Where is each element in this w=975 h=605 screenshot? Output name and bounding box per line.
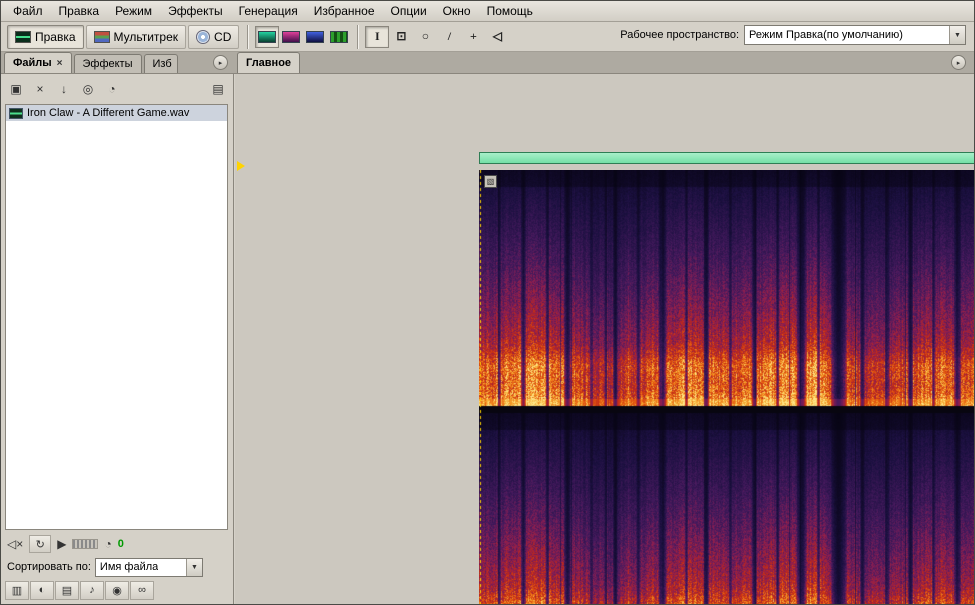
edit-view-button[interactable]: Правка	[7, 25, 84, 49]
time-counter: 0	[118, 538, 124, 550]
spectrogram-canvas[interactable]	[479, 170, 975, 605]
app-window: ФайлПравкаРежимЭффектыГенерацияИзбранное…	[0, 0, 975, 605]
workspace-selector: Рабочее пространство: Режим Правка(по ум…	[620, 25, 966, 45]
file-name: Iron Claw - A Different Game.wav	[27, 107, 189, 119]
cd-icon	[196, 30, 210, 44]
menu-item[interactable]: Правка	[51, 2, 108, 20]
file-type-filter-buttons: ▥◐▤♪◉∞	[5, 580, 154, 600]
menu-item[interactable]: Генерация	[231, 2, 306, 20]
show-video-files-button[interactable]: ▤	[55, 581, 79, 600]
insert-into-cd-button[interactable]: ◎	[76, 79, 100, 99]
menu-item[interactable]: Окно	[435, 2, 479, 20]
audio-file-icon	[9, 108, 23, 119]
menu-item[interactable]: Опции	[383, 2, 435, 20]
tab-main-label: Главное	[246, 57, 291, 69]
spot-healing-tool[interactable]: +	[461, 26, 485, 48]
waveform-icon	[15, 31, 31, 43]
close-icon[interactable]: ×	[57, 58, 63, 69]
workspace-label: Рабочее пространство:	[620, 29, 739, 41]
time-selection-tool[interactable]: I	[365, 26, 389, 48]
files-toolbar-icons: ▣×↓◎◔	[4, 79, 124, 99]
waveform-spectral-view-button[interactable]	[255, 26, 279, 48]
files-panel: ▣×↓◎◔ ▤ Iron Claw - A Different Game.wav…	[1, 74, 234, 604]
tab-files-label: Файлы	[13, 57, 52, 69]
loop-play-button[interactable]: ↻	[29, 535, 51, 553]
spectral-frequency-view-button[interactable]	[279, 26, 303, 48]
left-channel-badge-icon[interactable]: ▧	[484, 175, 497, 188]
sort-value: Имя файла	[100, 561, 158, 573]
show-audio-files-button[interactable]: ▥	[5, 581, 29, 600]
preview-transport: ◁× ↻ ▶ ◔ 0	[7, 534, 124, 554]
clock-icon[interactable]: ◔	[104, 537, 111, 551]
record-timer-button[interactable]: ◔	[100, 79, 124, 99]
spectral-display[interactable]: ▧ ▨	[479, 170, 975, 605]
edit-view-label: Правка	[35, 30, 76, 44]
spectral-pan-view-icon	[306, 31, 324, 43]
insert-into-multitrack-button[interactable]: ↓	[52, 79, 76, 99]
show-loop-files-button[interactable]: ◐	[30, 581, 54, 600]
waveform-spectral-view-icon	[258, 31, 276, 43]
tab-favorites[interactable]: Изб	[144, 54, 178, 73]
playhead-marker-top[interactable]	[237, 161, 245, 171]
panel-options-icon: ▤	[212, 82, 223, 96]
menu-item[interactable]: Файл	[5, 2, 51, 20]
workspace-value: Режим Правка(по умолчанию)	[749, 29, 903, 41]
view-mode-buttons	[255, 26, 351, 48]
level-meter	[72, 539, 98, 549]
panel-menu-icon[interactable]: ▸	[951, 55, 966, 70]
main-panel-tabs: Главное ▸	[234, 52, 974, 74]
toolbar-separator	[247, 25, 249, 49]
sort-select[interactable]: Имя файла ▼	[95, 558, 203, 577]
spectral-phase-view-icon	[330, 31, 348, 43]
left-tabs: Файлы × Эффекты Изб	[4, 52, 180, 73]
menu-item[interactable]: Режим	[107, 2, 160, 20]
multitrack-view-label: Мультитрек	[114, 30, 178, 44]
file-list[interactable]: Iron Claw - A Different Game.wav	[5, 104, 228, 530]
menu-bar: ФайлПравкаРежимЭффектыГенерацияИзбранное…	[1, 1, 974, 22]
close-file-button[interactable]: ×	[28, 79, 52, 99]
menu-items: ФайлПравкаРежимЭффектыГенерацияИзбранное…	[5, 2, 541, 20]
menu-item[interactable]: Избранное	[306, 2, 383, 20]
multitrack-view-button[interactable]: Мультитрек	[86, 25, 186, 49]
link-options-button[interactable]: ∞	[130, 581, 154, 600]
panel-options-button[interactable]: ▤	[206, 79, 230, 99]
file-row[interactable]: Iron Claw - A Different Game.wav	[6, 105, 227, 121]
filter-files-button[interactable]: ◉	[105, 581, 129, 600]
cd-view-label: CD	[214, 30, 231, 44]
cd-view-button[interactable]: CD	[188, 25, 239, 49]
spectral-phase-view-button[interactable]	[327, 26, 351, 48]
scrub-tool[interactable]: ◁	[485, 26, 509, 48]
marquee-selection-tool[interactable]: ⊡	[389, 26, 413, 48]
toolbar-separator	[357, 25, 359, 49]
chevron-down-icon[interactable]: ▼	[949, 26, 965, 44]
tool-buttons: I⊡○/+◁	[365, 26, 509, 48]
mute-icon[interactable]: ◁×	[7, 537, 23, 551]
spectral-frequency-view-icon	[282, 31, 300, 43]
lasso-selection-tool[interactable]: ○	[413, 26, 437, 48]
left-panel-tabs: Файлы × Эффекты Изб ▸	[1, 52, 234, 74]
tab-favorites-label: Изб	[153, 58, 172, 70]
spectral-pan-view-button[interactable]	[303, 26, 327, 48]
panel-menu-icon[interactable]: ▸	[213, 55, 228, 70]
sort-label: Сортировать по:	[7, 561, 91, 573]
menu-item[interactable]: Эффекты	[160, 2, 231, 20]
workspace-select[interactable]: Режим Правка(по умолчанию) ▼	[744, 25, 966, 45]
zoom-navigator[interactable]	[479, 152, 975, 164]
play-icon[interactable]: ▶	[57, 537, 66, 551]
tab-effects[interactable]: Эффекты	[74, 54, 142, 73]
menu-item[interactable]: Помощь	[479, 2, 541, 20]
multitrack-icon	[94, 31, 110, 43]
files-toolbar: ▣×↓◎◔ ▤	[4, 77, 230, 101]
editor-panel: ▧ ▨ Hz2000018000160001400012000100008000…	[235, 74, 974, 604]
show-midi-files-button[interactable]: ♪	[80, 581, 104, 600]
sort-row: Сортировать по: Имя файла ▼	[7, 557, 203, 577]
tab-files[interactable]: Файлы ×	[4, 52, 72, 73]
effects-paintbrush-tool[interactable]: /	[437, 26, 461, 48]
chevron-down-icon[interactable]: ▼	[186, 559, 202, 576]
import-file-button[interactable]: ▣	[4, 79, 28, 99]
tab-main[interactable]: Главное	[237, 52, 300, 73]
tab-effects-label: Эффекты	[83, 58, 133, 70]
